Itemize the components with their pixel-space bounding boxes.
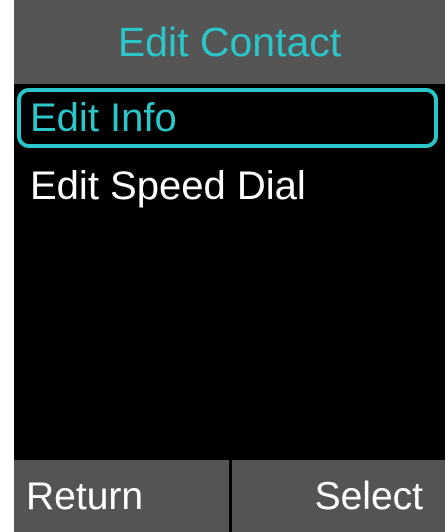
menu-list: Edit Info Edit Speed Dial <box>14 84 445 460</box>
select-softkey[interactable]: Select <box>232 460 445 532</box>
softkey-label: Return <box>26 474 144 518</box>
return-softkey[interactable]: Return <box>14 460 229 532</box>
menu-item-edit-info[interactable]: Edit Info <box>17 88 438 148</box>
phone-screen: Edit Contact Edit Info Edit Speed Dial R… <box>14 0 445 532</box>
menu-item-label: Edit Speed Dial <box>30 164 306 208</box>
title-bar: Edit Contact <box>14 0 445 84</box>
softkey-bar: Return Select <box>14 460 445 532</box>
menu-item-edit-speed-dial[interactable]: Edit Speed Dial <box>17 156 438 216</box>
page-title: Edit Contact <box>117 18 342 65</box>
softkey-label: Select <box>314 474 423 518</box>
menu-item-label: Edit Info <box>30 96 177 140</box>
